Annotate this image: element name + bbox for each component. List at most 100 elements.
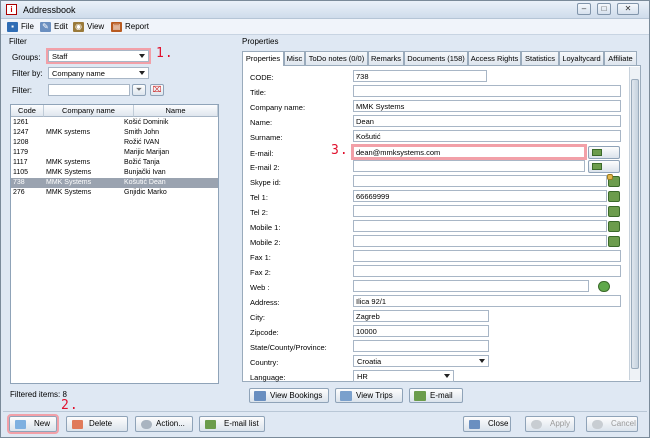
email-icon bbox=[414, 391, 426, 401]
tab-todo-notes[interactable]: ToDo notes (0/0) bbox=[305, 51, 368, 65]
field-label-web: Web : bbox=[250, 283, 270, 292]
dial-mobile2-icon[interactable] bbox=[608, 236, 620, 247]
email-button[interactable]: E-mail bbox=[409, 388, 463, 403]
country-select[interactable]: Croatia bbox=[353, 355, 489, 367]
email-field[interactable]: dean@mmksystems.com bbox=[351, 144, 587, 160]
close-window-button[interactable]: ✕ bbox=[617, 3, 639, 15]
new-icon bbox=[15, 420, 26, 429]
cell-code: 1179 bbox=[13, 149, 29, 156]
cancel-button[interactable]: Cancel bbox=[586, 416, 638, 432]
send-email-button[interactable] bbox=[588, 146, 620, 159]
menu-report[interactable]: ▤ Report bbox=[111, 21, 149, 33]
column-header-name[interactable]: Name bbox=[134, 105, 218, 117]
action-button[interactable]: Action... bbox=[135, 416, 193, 432]
filter-by-value: Company name bbox=[52, 69, 105, 78]
dial-tel2-icon[interactable] bbox=[608, 206, 620, 217]
maximize-button[interactable]: □ bbox=[597, 3, 611, 15]
menu-view[interactable]: ◉ View bbox=[73, 21, 104, 33]
open-web-icon[interactable] bbox=[598, 281, 610, 292]
field-label-fax2: Fax 2: bbox=[250, 268, 271, 277]
fax2-field[interactable] bbox=[353, 265, 621, 277]
vertical-scrollbar[interactable] bbox=[629, 67, 640, 380]
apply-filter-button[interactable]: ⏷ bbox=[132, 84, 146, 96]
groups-select[interactable]: Staff bbox=[46, 48, 151, 64]
cell-code: 1105 bbox=[13, 169, 29, 176]
tab-access-rights[interactable]: Access Rights bbox=[468, 51, 521, 65]
groups-value: Staff bbox=[52, 52, 68, 61]
city-field[interactable]: Zagreb bbox=[353, 310, 489, 322]
delete-button[interactable]: Delete bbox=[66, 416, 128, 432]
tab-loyaltycard[interactable]: Loyaltycard bbox=[559, 51, 604, 65]
title-field[interactable] bbox=[353, 85, 621, 97]
field-label-name: Name: bbox=[250, 118, 273, 127]
mobile1-field[interactable] bbox=[353, 220, 607, 232]
field-label-code: CODE: bbox=[250, 73, 274, 82]
tel1-field[interactable]: 66669999 bbox=[353, 190, 607, 202]
apply-button[interactable]: Apply bbox=[525, 416, 575, 432]
tab-misc[interactable]: Misc bbox=[284, 51, 305, 65]
field-label-surname: Surname: bbox=[250, 133, 283, 142]
field-label-language: Language: bbox=[250, 373, 286, 382]
view-bookings-button[interactable]: View Bookings bbox=[249, 388, 329, 403]
column-header-code[interactable]: Code bbox=[11, 105, 44, 117]
addressbook-window: i Addressbook – □ ✕ ▪ File ✎ Edit ◉ View ▤ R… bbox=[0, 0, 650, 438]
menu-edit[interactable]: ✎ Edit bbox=[40, 21, 68, 33]
field-label-tel1: Tel 1: bbox=[250, 193, 268, 202]
tab-documents[interactable]: Documents (158) bbox=[404, 51, 468, 65]
tab-affiliate[interactable]: Affiliate bbox=[604, 51, 637, 65]
trips-icon bbox=[340, 391, 352, 401]
menu-file[interactable]: ▪ File bbox=[7, 21, 34, 33]
send-mail-icon bbox=[592, 149, 602, 156]
filter-input[interactable] bbox=[48, 84, 130, 96]
dial-mobile1-icon[interactable] bbox=[608, 221, 620, 232]
mobile2-field[interactable] bbox=[353, 235, 607, 247]
clear-filter-button[interactable]: ⌧ bbox=[150, 84, 164, 96]
send-mail-icon bbox=[592, 163, 602, 170]
edit-icon: ✎ bbox=[40, 22, 51, 32]
view-trips-button[interactable]: View Trips bbox=[335, 388, 403, 403]
cell-name: Marijic Marijan bbox=[124, 149, 170, 156]
name-field[interactable]: Dean bbox=[353, 115, 621, 127]
company-name-field[interactable]: MMK Systems bbox=[353, 100, 621, 112]
web-field[interactable] bbox=[353, 280, 589, 292]
dial-tel1-icon[interactable] bbox=[608, 191, 620, 202]
cell-name: Božić Tanja bbox=[124, 159, 160, 166]
cell-company: MMK Systems bbox=[46, 169, 92, 176]
table-row-selected[interactable]: 738 MMK Systems Košutić Dean bbox=[11, 178, 218, 188]
table-row[interactable]: 1208 Rožić IVAN bbox=[11, 138, 218, 148]
address-field[interactable]: Ilica 92/1 bbox=[353, 295, 621, 307]
code-field[interactable]: 738 bbox=[353, 70, 487, 82]
zipcode-field[interactable]: 10000 bbox=[353, 325, 489, 337]
field-label-state: State/County/Province: bbox=[250, 343, 327, 352]
fax1-field[interactable] bbox=[353, 250, 621, 262]
country-value: Croatia bbox=[357, 357, 382, 366]
table-row[interactable]: 1117 MMK systems Božić Tanja bbox=[11, 158, 218, 168]
scrollbar-thumb[interactable] bbox=[631, 79, 639, 369]
cell-company: MMK systems bbox=[46, 129, 90, 136]
email2-field[interactable] bbox=[353, 160, 585, 172]
state-field[interactable] bbox=[353, 340, 489, 352]
close-button[interactable]: Close bbox=[463, 416, 511, 432]
cell-code: 1117 bbox=[13, 159, 28, 166]
new-button[interactable]: New bbox=[7, 414, 59, 434]
tab-properties[interactable]: Properties bbox=[242, 51, 284, 66]
table-row[interactable]: 1261 Košić Dominik bbox=[11, 118, 218, 128]
table-row[interactable]: 276 MMK Systems Gnjidic Marko bbox=[11, 188, 218, 198]
skype-field[interactable] bbox=[353, 175, 607, 187]
tel2-field[interactable] bbox=[353, 205, 607, 217]
minimize-button[interactable]: – bbox=[577, 3, 591, 15]
email-list-button[interactable]: E-mail list bbox=[199, 416, 265, 432]
apply-icon bbox=[531, 420, 542, 429]
table-row[interactable]: 1247 MMK systems Smith John bbox=[11, 128, 218, 138]
language-select[interactable]: HR bbox=[353, 370, 454, 382]
table-row[interactable]: 1179 Marijic Marijan bbox=[11, 148, 218, 158]
table-row[interactable]: 1105 MMK Systems Bunjački Ivan bbox=[11, 168, 218, 178]
column-header-company[interactable]: Company name bbox=[44, 105, 134, 117]
clear-filter-icon: ⌧ bbox=[152, 85, 162, 94]
send-email2-button[interactable] bbox=[588, 160, 620, 173]
tab-remarks[interactable]: Remarks bbox=[368, 51, 404, 65]
contacts-grid: Code Company name Name 1261 Košić Dominik… bbox=[10, 104, 219, 384]
surname-field[interactable]: Košutić bbox=[353, 130, 621, 142]
filter-by-select[interactable]: Company name bbox=[48, 67, 149, 79]
tab-statistics[interactable]: Statistics bbox=[521, 51, 559, 65]
